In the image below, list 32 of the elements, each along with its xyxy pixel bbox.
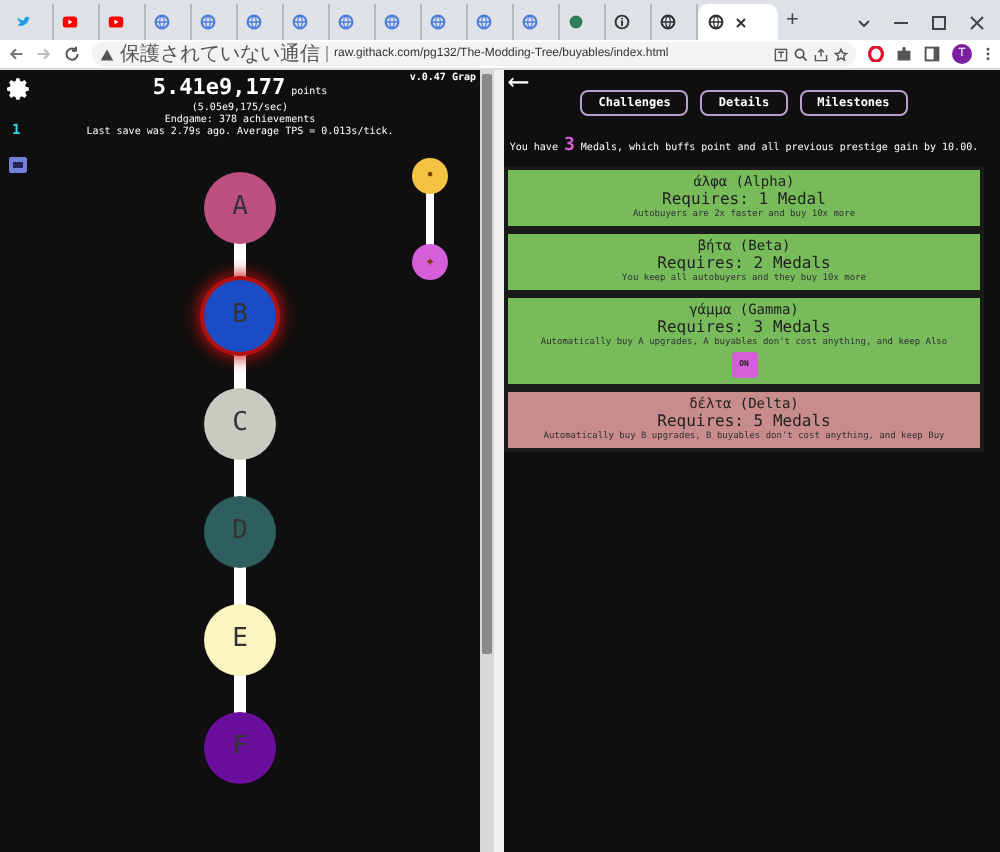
opera-icon[interactable] (868, 46, 884, 62)
milestone-requirement: Requires: 3 Medals (657, 317, 831, 335)
medal-count: 3 (563, 136, 575, 156)
close-icon[interactable] (736, 17, 746, 27)
zoom-icon[interactable] (794, 47, 808, 61)
reload-icon[interactable] (64, 46, 80, 62)
milestone-requirement: Requires: 2 Medals (657, 253, 831, 271)
back-icon[interactable] (8, 46, 24, 62)
milestone-requirement: Requires: 1 Medal (662, 189, 826, 207)
browser-tab[interactable] (698, 4, 778, 40)
star-icon[interactable] (834, 47, 848, 61)
close-icon[interactable] (970, 16, 984, 30)
scrollbar[interactable] (480, 70, 494, 852)
puzzle-icon[interactable] (896, 46, 912, 62)
chevron-icon[interactable] (858, 19, 870, 27)
maximize-icon[interactable] (932, 16, 946, 30)
new-tab-button[interactable]: + (786, 3, 799, 36)
share-icon[interactable] (814, 47, 828, 61)
points-value: 5.41e9,177 (152, 76, 286, 100)
translate-icon[interactable] (774, 47, 788, 61)
warning-icon (100, 47, 114, 61)
milestone-requirement: Requires: 5 Medals (657, 411, 831, 429)
scrollbar-thumb[interactable] (482, 74, 492, 654)
settings-icon[interactable] (6, 76, 32, 102)
side-node[interactable]: • (412, 158, 448, 194)
sidebar-icon[interactable] (924, 46, 940, 62)
menu-icon[interactable] (984, 46, 992, 62)
security-label: 保護されていない通信 (120, 43, 320, 65)
chat-icon[interactable] (8, 156, 28, 176)
layer-node[interactable]: C (204, 387, 276, 459)
back-arrow[interactable]: ⟵ (510, 66, 527, 98)
layer-node[interactable]: E (204, 603, 276, 675)
